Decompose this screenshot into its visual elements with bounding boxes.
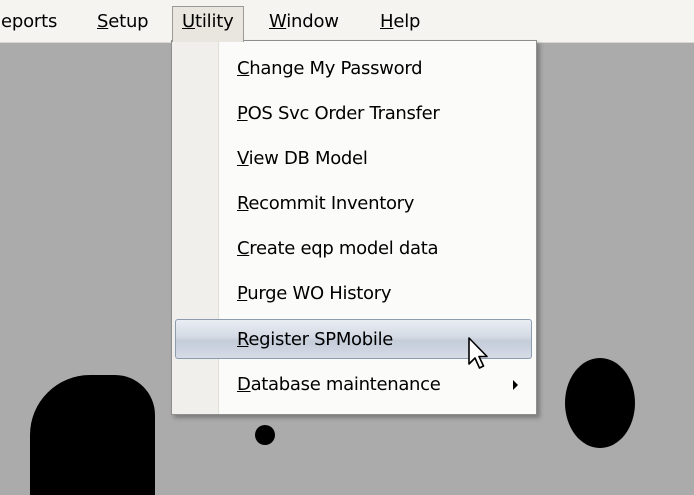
menu-utility[interactable]: Utility [172,6,244,42]
menu-item-label: Database maintenance [237,374,441,395]
menu-item-label: View DB Model [237,148,368,169]
menu-bar: eports Setup Utility Window Help [0,0,694,43]
menu-window-mnemonic: W [269,11,287,32]
background-logo-dot [565,358,635,448]
menu-item-label: POS Svc Order Transfer [237,103,440,124]
menu-item-change-password[interactable]: Change My Password [175,49,532,89]
mouse-pointer-icon [468,337,488,369]
menu-item-create-eqp-model-data[interactable]: Create eqp model data [175,229,532,269]
menu-item-label: Register SPMobile [237,329,394,350]
background-logo-left [30,375,155,495]
menu-setup-label: etup [108,11,149,32]
menu-utility-mnemonic: U [182,11,195,32]
background-logo-mid [255,425,275,445]
menu-item-purge-wo-history[interactable]: Purge WO History [175,274,532,314]
submenu-arrow-icon [513,380,518,390]
menu-window[interactable]: Window [260,7,348,37]
menu-help-label: elp [393,11,421,32]
menu-item-pos-svc-order-transfer[interactable]: POS Svc Order Transfer [175,94,532,134]
menu-setup[interactable]: Setup [88,7,157,37]
menu-item-label: Change My Password [237,58,423,79]
menu-reports[interactable]: eports [0,7,66,37]
menu-item-view-db-model[interactable]: View DB Model [175,139,532,179]
menu-help[interactable]: Help [371,7,429,37]
menu-utility-label: tility [194,11,234,32]
menu-item-label: Create eqp model data [237,238,439,259]
menu-window-label: indow [286,11,339,32]
menu-reports-label: eports [1,11,58,32]
menu-item-label: Recommit Inventory [237,193,415,214]
menu-item-recommit-inventory[interactable]: Recommit Inventory [175,184,532,224]
menu-setup-mnemonic: S [97,11,109,32]
menu-item-label: Purge WO History [237,283,392,304]
menu-help-mnemonic: H [380,11,394,32]
